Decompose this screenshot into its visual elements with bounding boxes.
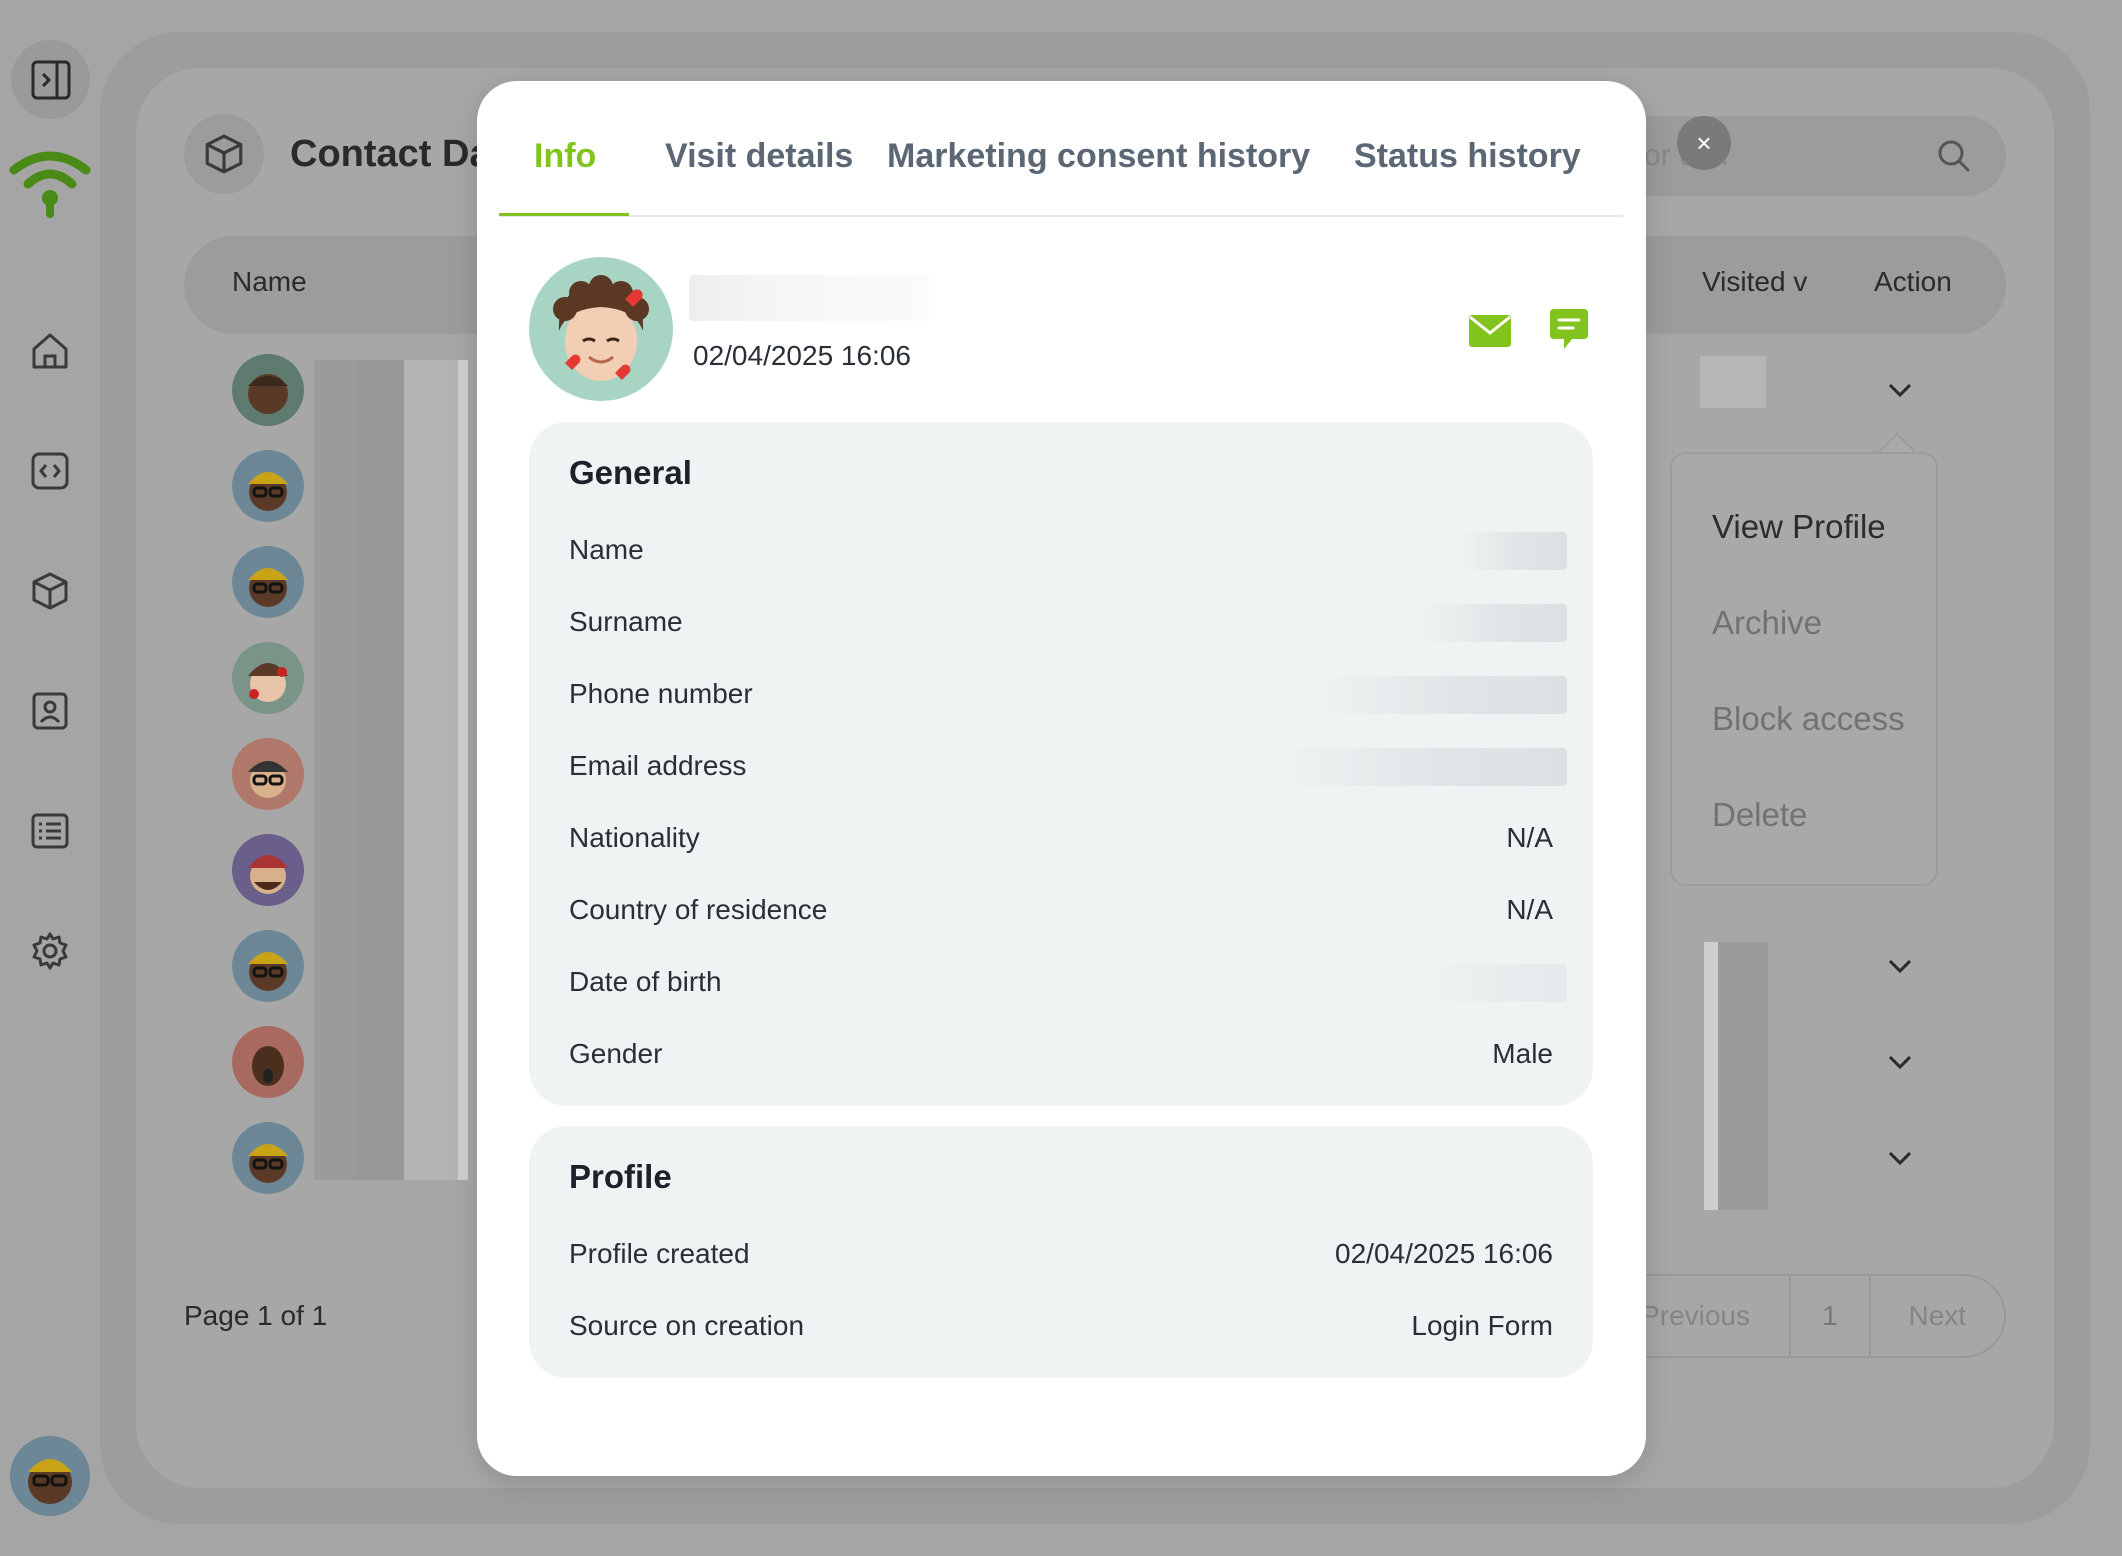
page-number-button[interactable]: 1	[1791, 1276, 1869, 1356]
field-value-phone-redacted	[1317, 676, 1567, 714]
brand-logo-icon	[8, 148, 92, 218]
list-icon[interactable]	[27, 808, 73, 854]
row-avatar	[232, 1026, 304, 1098]
page-title: Contact Da	[290, 132, 491, 175]
sidebar-toggle-button[interactable]	[11, 40, 90, 119]
field-value-surname-redacted	[1417, 604, 1567, 642]
field-value-source: Login Form	[1411, 1310, 1553, 1341]
code-icon[interactable]	[27, 448, 73, 494]
chevron-down-icon[interactable]	[1884, 950, 1916, 982]
column-header-name[interactable]: Name	[232, 266, 307, 298]
pagination-control: Previous 1 Next	[1600, 1274, 2006, 1358]
page-cube-icon	[184, 114, 264, 194]
row-avatar	[232, 930, 304, 1002]
contact-detail-modal: Info Visit details Marketing consent his…	[477, 81, 1646, 1476]
contacts-icon[interactable]	[27, 688, 73, 734]
redacted-cell	[1700, 356, 1766, 408]
profile-section-title: Profile	[569, 1158, 672, 1195]
field-label-name: Name	[569, 534, 644, 565]
redacted-cell	[1704, 942, 1718, 1210]
tab-visit-details[interactable]: Visit details	[665, 137, 853, 176]
redacted-column	[354, 360, 404, 1180]
field-label-profile-created: Profile created	[569, 1238, 750, 1269]
redacted-column	[404, 360, 458, 1180]
tab-info[interactable]: Info	[534, 137, 596, 176]
field-label-gender: Gender	[569, 1038, 663, 1069]
field-label-source: Source on creation	[569, 1310, 805, 1341]
chevron-down-icon[interactable]	[1884, 374, 1916, 406]
chevron-down-icon[interactable]	[1884, 1142, 1916, 1174]
row-avatar	[232, 546, 304, 618]
pagination-info: Page 1 of 1	[184, 1300, 328, 1331]
menu-item-block-access[interactable]: Block access	[1712, 700, 1905, 738]
profile-info-card: Profile Profile created 02/04/2025 16:06…	[529, 1126, 1593, 1378]
row-avatar	[232, 1122, 304, 1194]
row-avatar	[232, 354, 304, 426]
field-label-dob: Date of birth	[569, 966, 722, 997]
tab-marketing-consent-history[interactable]: Marketing consent history	[887, 137, 1310, 176]
field-value-email-redacted	[1277, 748, 1567, 786]
cube-icon[interactable]	[27, 568, 73, 614]
general-section-title: General	[569, 454, 692, 491]
field-label-email: Email address	[569, 750, 747, 781]
row-avatar	[232, 738, 304, 810]
field-label-surname: Surname	[569, 606, 683, 637]
column-header-action: Action	[1874, 266, 1952, 297]
user-avatar[interactable]	[10, 1436, 90, 1516]
home-icon[interactable]	[27, 328, 73, 374]
chat-icon[interactable]	[1546, 307, 1592, 353]
search-icon[interactable]	[1934, 136, 1974, 176]
row-avatar	[232, 642, 304, 714]
action-dropdown-menu: View Profile Archive Block access Delete	[1670, 452, 1938, 886]
menu-item-view-profile[interactable]: View Profile	[1712, 508, 1886, 546]
field-label-nationality: Nationality	[569, 822, 700, 853]
redacted-column	[314, 360, 354, 1180]
profile-avatar	[529, 257, 673, 401]
field-value-nationality: N/A	[1506, 822, 1553, 853]
contact-name-redacted	[689, 275, 929, 321]
row-avatar	[232, 450, 304, 522]
row-avatar	[232, 834, 304, 906]
tab-status-history[interactable]: Status history	[1354, 137, 1581, 176]
chevron-down-icon[interactable]	[1884, 1046, 1916, 1078]
column-header-visited[interactable]: Visited v	[1702, 266, 1807, 298]
close-icon: ×	[1696, 127, 1712, 158]
field-label-phone: Phone number	[569, 678, 753, 709]
general-info-card: General Name Surname Phone number Email …	[529, 422, 1593, 1106]
left-rail	[0, 0, 100, 1556]
field-value-name-redacted	[1457, 532, 1567, 570]
modal-tabs: Info Visit details Marketing consent his…	[499, 81, 1623, 217]
page-header: Contact Da	[184, 114, 491, 194]
field-label-country: Country of residence	[569, 894, 828, 925]
sidebar-toggle-icon	[31, 60, 70, 99]
next-page-button[interactable]: Next	[1871, 1276, 2004, 1356]
field-value-country: N/A	[1506, 894, 1553, 925]
mail-icon[interactable]	[1467, 313, 1513, 349]
menu-item-archive[interactable]: Archive	[1712, 604, 1822, 642]
redacted-column	[458, 360, 468, 1180]
field-value-profile-created: 02/04/2025 16:06	[1335, 1238, 1553, 1269]
gear-icon[interactable]	[27, 928, 73, 974]
menu-item-delete[interactable]: Delete	[1712, 796, 1807, 834]
contact-timestamp: 02/04/2025 16:06	[693, 340, 911, 371]
field-value-dob-redacted	[1427, 964, 1567, 1002]
close-modal-button[interactable]: ×	[1677, 116, 1731, 170]
active-tab-indicator	[499, 213, 629, 216]
field-value-gender: Male	[1492, 1038, 1553, 1069]
